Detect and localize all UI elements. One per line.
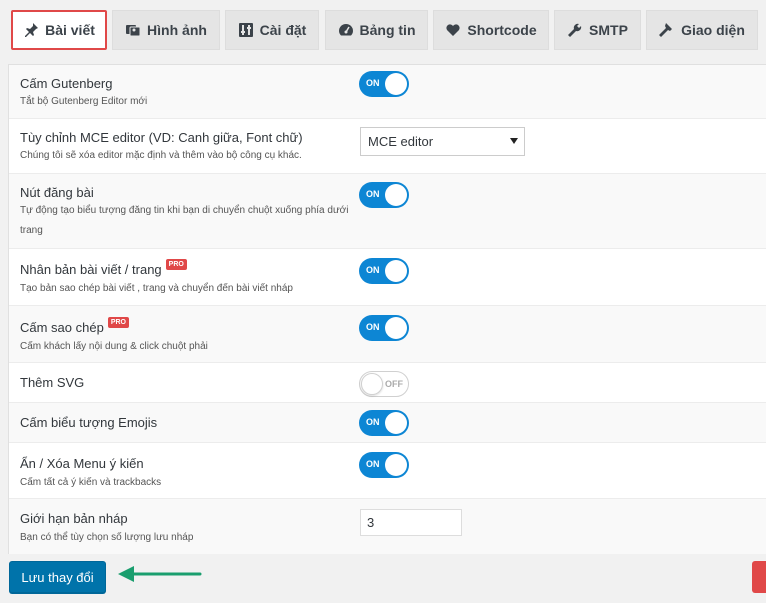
toggle-state: ON [366, 78, 380, 88]
toggle-knob [385, 260, 407, 282]
setting-desc: Tắt bộ Gutenberg Editor mới [20, 96, 148, 107]
setting-row-cam-sao-chep: Cấm sao chép PRO Cấm khách lấy nội dung … [9, 306, 766, 363]
toggle-knob [385, 73, 407, 95]
tab-bang-tin[interactable]: Bảng tin [325, 10, 428, 50]
comments-toggle[interactable]: ON [359, 452, 409, 478]
setting-label: Nút đăng bài [20, 185, 94, 200]
toggle-state: ON [366, 417, 380, 427]
setting-desc: Tạo bản sao chép bài viết , trang và chu… [20, 283, 293, 294]
pin-icon [25, 23, 39, 37]
tab-label: Hình ảnh [147, 22, 207, 38]
emojis-toggle[interactable]: ON [359, 410, 409, 436]
draft-limit-input[interactable]: 3 [360, 509, 462, 536]
chevron-down-icon [510, 138, 518, 144]
tab-cai-dat[interactable]: Cài đặt [225, 10, 319, 50]
setting-desc: Tự động tạo biểu tượng đăng tin khi bạn … [20, 205, 349, 236]
setting-row-nut-dang-bai: Nút đăng bài Tự động tạo biểu tượng đăng… [9, 174, 766, 249]
toggle-knob [385, 412, 407, 434]
duplicate-post-toggle[interactable]: ON [359, 258, 409, 284]
setting-label: Nhân bản bài viết / trang PRO [20, 259, 187, 277]
pro-badge: PRO [165, 259, 187, 270]
setting-label: Thêm SVG [20, 375, 85, 390]
save-button[interactable]: Lưu thay đổi [9, 561, 106, 593]
images-icon [126, 25, 141, 37]
mce-editor-select[interactable]: MCE editor [360, 127, 525, 156]
tab-label: Cài đặt [259, 22, 307, 38]
setting-label: Cấm Gutenberg [20, 76, 113, 91]
wrench-icon [568, 23, 582, 37]
tab-label: Shortcode [467, 22, 537, 38]
toggle-state: ON [366, 459, 380, 469]
toggle-knob [361, 373, 383, 395]
setting-label: Cấm biểu tượng Emojis [20, 415, 158, 430]
setting-row-cam-gutenberg: Cấm Gutenberg Tắt bộ Gutenberg Editor mớ… [9, 65, 766, 119]
tab-label: Giao diện [681, 22, 745, 38]
tab-label: SMTP [589, 22, 628, 38]
tab-hinh-anh[interactable]: Hình ảnh [112, 10, 220, 50]
tab-smtp[interactable]: SMTP [554, 10, 641, 50]
gutenberg-toggle[interactable]: ON [359, 71, 409, 97]
tab-shortcode[interactable]: Shortcode [433, 10, 549, 50]
setting-row-an-menu-y-kien: Ẩn / Xóa Menu ý kiến Cấm tất cả ý kiến v… [9, 443, 766, 499]
annotation-arrow-icon [118, 566, 202, 582]
setting-row-nhan-ban: Nhân bản bài viết / trang PRO Tạo bản sa… [9, 249, 766, 306]
pro-badge: PRO [107, 317, 129, 328]
setting-row-emojis: Cấm biểu tượng Emojis ON [9, 403, 766, 443]
setting-row-gioi-han-ban-nhap: Giới hạn bản nháp Bạn có thể tùy chọn số… [9, 499, 766, 554]
setting-label: Tùy chỉnh MCE editor (VD: Canh giữa, Fon… [20, 130, 303, 145]
tab-label: Bài viết [45, 22, 95, 38]
toggle-state: ON [366, 322, 380, 332]
setting-label: Giới hạn bản nháp [20, 511, 128, 526]
copy-protect-toggle[interactable]: ON [359, 315, 409, 341]
reset-button[interactable] [752, 561, 766, 593]
input-value: 3 [367, 515, 375, 530]
toggle-state: ON [366, 265, 380, 275]
post-button-toggle[interactable]: ON [359, 182, 409, 208]
setting-row-mce-editor: Tùy chỉnh MCE editor (VD: Canh giữa, Fon… [9, 119, 766, 174]
setting-label: Cấm sao chép PRO [20, 317, 129, 335]
dashboard-icon [338, 24, 353, 36]
setting-desc: Cấm khách lấy nội dung & click chuột phả… [20, 341, 208, 352]
heart-icon [446, 24, 460, 36]
setting-desc: Bạn có thể tùy chọn số lượng lưu nháp [20, 532, 194, 543]
select-value: MCE editor [368, 134, 434, 149]
setting-row-them-svg: Thêm SVG OFF [9, 363, 766, 403]
hammer-icon [659, 23, 673, 37]
toggle-state: ON [366, 189, 380, 199]
toggle-knob [385, 184, 407, 206]
tab-bar: Bài viết Hình ảnh Cài đặt Bảng tin Short… [0, 0, 766, 58]
svg-toggle[interactable]: OFF [359, 371, 409, 397]
toggle-state: OFF [385, 379, 403, 389]
tab-label: Bảng tin [359, 22, 416, 38]
setting-desc: Cấm tất cả ý kiến và trackbacks [20, 477, 162, 488]
setting-label: Ẩn / Xóa Menu ý kiến [20, 456, 144, 471]
settings-panel: Cấm Gutenberg Tắt bộ Gutenberg Editor mớ… [8, 64, 766, 554]
toggle-knob [385, 454, 407, 476]
tab-bai-viet[interactable]: Bài viết [11, 10, 107, 50]
toggle-knob [385, 317, 407, 339]
tab-giao-dien[interactable]: Giao diện [646, 10, 758, 50]
setting-desc: Chúng tôi sẽ xóa editor mặc định và thêm… [20, 150, 302, 161]
settings-icon [238, 23, 253, 37]
